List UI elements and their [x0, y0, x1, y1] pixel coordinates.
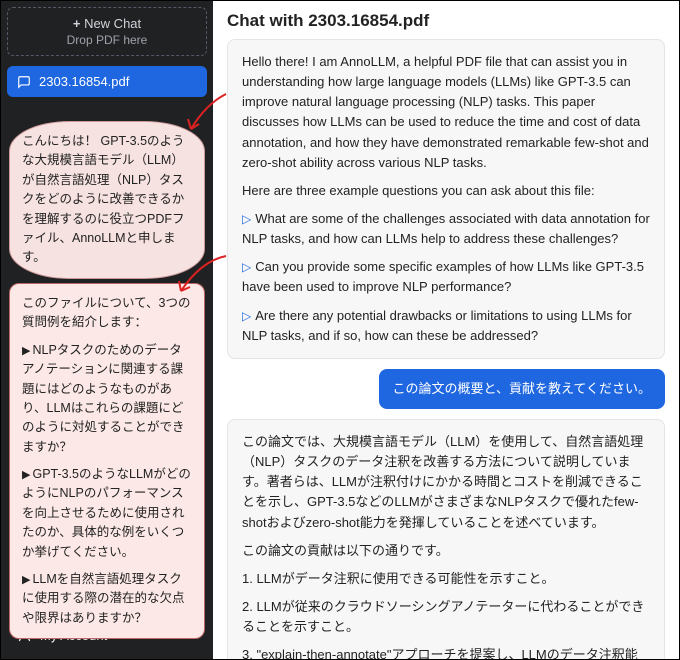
triangle-icon: ▷	[242, 309, 251, 323]
annotation-bubble-1: こんにちは！ GPT-3.5のような大規模言語モデル（LLM）が自然言語処理（N…	[9, 121, 205, 279]
assistant-paragraph: Hello there! I am AnnoLLM, a helpful PDF…	[242, 52, 650, 173]
suggested-question[interactable]: ▷What are some of the challenges associa…	[242, 209, 650, 249]
suggested-question[interactable]: ▷Can you provide some specific examples …	[242, 257, 650, 297]
new-chat-button[interactable]: + New Chat Drop PDF here	[7, 7, 207, 56]
assistant-paragraph: この論文では、大規模言語モデル（LLM）を使用して、自然言語処理（NLP）タスク…	[242, 432, 650, 533]
message-list[interactable]: Hello there! I am AnnoLLM, a helpful PDF…	[213, 39, 679, 659]
annotation-bubble-2: このファイルについて、3つの質問例を紹介します： ▶NLPタスクのためのデータア…	[9, 283, 205, 639]
assistant-paragraph: Here are three example questions you can…	[242, 181, 650, 201]
triangle-icon: ▷	[242, 260, 251, 274]
main-panel: Chat with 2303.16854.pdf Hello there! I …	[213, 1, 679, 659]
assistant-message: この論文では、大規模言語モデル（LLM）を使用して、自然言語処理（NLP）タスク…	[227, 419, 665, 659]
new-chat-label: New Chat	[84, 16, 141, 31]
triangle-icon: ▷	[242, 212, 251, 226]
assistant-list-item: 3. "explain-then-annotate"アプローチを提案し、LLMの…	[242, 645, 650, 659]
assistant-message: Hello there! I am AnnoLLM, a helpful PDF…	[227, 39, 665, 359]
drop-pdf-label: Drop PDF here	[16, 33, 198, 47]
user-message: この論文の概要と、貢献を教えてください。	[379, 369, 665, 409]
assistant-paragraph: この論文の貢献は以下の通りです。	[242, 541, 650, 561]
sidebar: + New Chat Drop PDF here 2303.16854.pdf …	[1, 1, 213, 659]
suggested-question[interactable]: ▷Are there any potential drawbacks or li…	[242, 306, 650, 346]
plus-icon: +	[73, 16, 84, 31]
chat-title: Chat with 2303.16854.pdf	[213, 1, 679, 39]
active-file-name: 2303.16854.pdf	[39, 74, 129, 89]
assistant-list-item: 2. LLMが従来のクラウドソーシングアノテーターに代わることができることを示す…	[242, 597, 650, 637]
active-file-tab[interactable]: 2303.16854.pdf	[7, 66, 207, 97]
chat-icon	[17, 75, 31, 89]
assistant-list-item: 1. LLMがデータ注釈に使用できる可能性を示すこと。	[242, 569, 650, 589]
